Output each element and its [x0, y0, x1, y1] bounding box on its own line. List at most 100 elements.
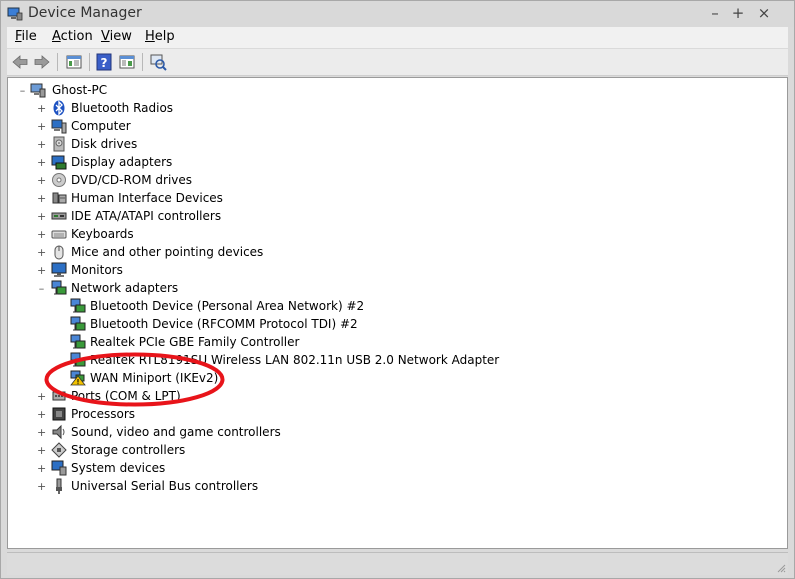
tree-category[interactable]: + Sound, video and game controllers [8, 423, 783, 441]
optical-drive-icon [52, 173, 66, 187]
expand-icon[interactable]: + [37, 463, 46, 474]
network-adapter-icon [70, 334, 86, 349]
tree-node-label: Ports (COM & LPT) [71, 389, 181, 403]
tree-category[interactable]: + Storage controllers [8, 441, 783, 459]
bluetooth-icon [53, 100, 65, 116]
tree-node-label: Storage controllers [71, 443, 186, 457]
expand-icon[interactable]: + [37, 211, 46, 222]
window-title: Device Manager [28, 5, 142, 21]
expand-icon[interactable]: + [37, 427, 46, 438]
storage-controller-icon [51, 442, 67, 458]
tree-category[interactable]: + Bluetooth Radios [8, 99, 783, 117]
expand-icon[interactable]: + [37, 481, 46, 492]
port-icon [52, 391, 66, 401]
tree-node-label: Realtek RTL8191SU Wireless LAN 802.11n U… [90, 353, 500, 367]
tree-node-label: System devices [71, 461, 166, 475]
tree-device[interactable]: Realtek RTL8191SU Wireless LAN 802.11n U… [8, 351, 783, 369]
forward-arrow-icon[interactable] [33, 53, 51, 71]
tree-category[interactable]: + DVD/CD-ROM drives [8, 171, 783, 189]
processor-icon [52, 407, 66, 421]
tree-category[interactable]: – Network adapters [8, 279, 783, 297]
toolbar-separator [57, 53, 58, 71]
tree-node-label: Computer [71, 119, 131, 133]
display-adapter-icon [51, 155, 67, 170]
expand-icon[interactable]: + [37, 409, 46, 420]
mouse-icon [54, 245, 64, 260]
expand-icon[interactable]: + [37, 247, 46, 258]
toolbar-separator [89, 53, 90, 71]
tree-node-label: Display adapters [71, 155, 173, 169]
expand-icon[interactable]: + [37, 391, 46, 402]
help-icon[interactable]: ? [95, 53, 113, 71]
tree-node-label: WAN Miniport (IKEv2) [90, 371, 219, 385]
tree-category[interactable]: + System devices [8, 459, 783, 477]
tree-category[interactable]: + Ports (COM & LPT) [8, 387, 783, 405]
expand-icon[interactable]: + [37, 139, 46, 150]
expand-icon[interactable]: + [37, 445, 46, 456]
expand-icon[interactable]: + [37, 193, 46, 204]
tree-node-label: Human Interface Devices [71, 191, 223, 205]
tree-root[interactable]: – Ghost-PC [8, 81, 783, 99]
menu-bar: File Action View Help [7, 27, 788, 48]
properties-pane-icon[interactable] [118, 53, 136, 71]
device-tree[interactable]: – Ghost-PC + Bluetooth Radios + Computer + Disk… [7, 77, 788, 549]
device-manager-window: Device Manager – + × File Action View Help … [0, 0, 795, 579]
expand-icon[interactable]: + [37, 229, 46, 240]
status-bar [7, 552, 788, 575]
network-adapter-icon [70, 352, 86, 367]
ide-controller-icon [51, 212, 67, 220]
keyboard-icon [51, 230, 67, 239]
tree-category[interactable]: + Mice and other pointing devices [8, 243, 783, 261]
tree-category[interactable]: + Computer [8, 117, 783, 135]
tree-node-label: IDE ATA/ATAPI controllers [71, 209, 222, 223]
tree-device[interactable]: Bluetooth Device (Personal Area Network)… [8, 297, 783, 315]
expand-icon[interactable]: + [37, 121, 46, 132]
toolbar-separator [142, 53, 143, 71]
back-arrow-icon[interactable] [11, 53, 29, 71]
scan-hardware-changes-icon[interactable] [149, 53, 167, 71]
computer-root-icon [30, 83, 46, 98]
warning-icon [70, 370, 86, 386]
title-bar[interactable]: Device Manager – + × [1, 1, 794, 27]
expand-icon[interactable]: + [37, 103, 46, 114]
monitor-icon [51, 262, 67, 277]
expand-icon[interactable]: + [37, 157, 46, 168]
speaker-icon [52, 424, 65, 440]
menu-help[interactable]: Help [145, 29, 175, 44]
tree-node-label: Monitors [71, 263, 123, 277]
tree-category[interactable]: + IDE ATA/ATAPI controllers [8, 207, 783, 225]
network-adapter-icon [70, 316, 86, 331]
tree-device[interactable]: Bluetooth Device (RFCOMM Protocol TDI) #… [8, 315, 783, 333]
tree-category[interactable]: + Human Interface Devices [8, 189, 783, 207]
tree-category[interactable]: + Universal Serial Bus controllers [8, 477, 783, 495]
collapse-icon[interactable]: – [37, 283, 46, 294]
tree-category[interactable]: + Monitors [8, 261, 783, 279]
menu-file[interactable]: File [15, 29, 37, 44]
tree-category[interactable]: + Keyboards [8, 225, 783, 243]
tree-node-label: Ghost-PC [52, 83, 108, 97]
minimize-button[interactable]: – [705, 3, 725, 23]
close-button[interactable]: × [754, 3, 774, 23]
tree-category[interactable]: + Display adapters [8, 153, 783, 171]
show-hide-console-tree-icon[interactable] [65, 53, 83, 71]
svg-text:?: ? [101, 56, 108, 70]
tree-device-warning[interactable]: WAN Miniport (IKEv2) [8, 369, 783, 387]
toolbar: ? [7, 49, 788, 76]
maximize-button[interactable]: + [728, 3, 748, 23]
usb-icon [56, 478, 62, 494]
tree-node-label: Bluetooth Device (RFCOMM Protocol TDI) #… [90, 317, 358, 331]
menu-action[interactable]: Action [52, 29, 93, 44]
expand-icon[interactable]: + [37, 175, 46, 186]
tree-node-label: Mice and other pointing devices [71, 245, 264, 259]
resize-grip-icon[interactable] [776, 563, 786, 573]
network-adapter-icon [51, 280, 67, 295]
tree-category[interactable]: + Processors [8, 405, 783, 423]
expand-icon[interactable]: + [37, 265, 46, 276]
tree-category[interactable]: + Disk drives [8, 135, 783, 153]
tree-device[interactable]: Realtek PCIe GBE Family Controller [8, 333, 783, 351]
hid-icon [52, 192, 67, 204]
collapse-icon[interactable]: – [18, 85, 27, 96]
device-manager-icon [7, 7, 23, 21]
tree-node-label: Processors [71, 407, 136, 421]
menu-view[interactable]: View [101, 29, 132, 44]
